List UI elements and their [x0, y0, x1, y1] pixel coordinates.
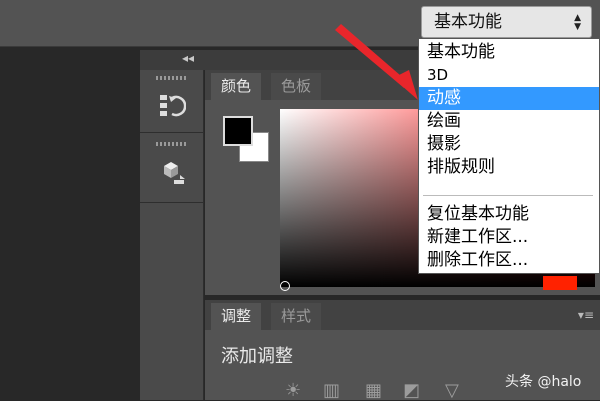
- grip-handle[interactable]: [156, 142, 186, 146]
- menu-item-reset-essentials[interactable]: 复位基本功能: [419, 203, 599, 226]
- panel-icon-column: [140, 70, 204, 400]
- grip-handle[interactable]: [156, 76, 186, 80]
- menu-item-photography[interactable]: 摄影: [419, 133, 599, 156]
- menu-item-delete-workspace[interactable]: 删除工作区...: [419, 249, 599, 272]
- updown-caret-icon: ▲ ▼: [574, 12, 581, 32]
- workspace-menu: 基本功能 3D 动感 绘画 摄影 排版规则 复位基本功能 新建工作区... 删除…: [418, 38, 600, 274]
- exposure-icon[interactable]: ◩: [403, 380, 420, 401]
- menu-item-typography[interactable]: 排版规则: [419, 156, 599, 179]
- document-area: [0, 47, 140, 400]
- divider: [140, 132, 203, 133]
- watermark: 头条 @halo: [505, 374, 582, 390]
- adjustments-panel-tabs: 调整 样式 ▾≡: [205, 300, 600, 330]
- tab-color[interactable]: 颜色: [211, 73, 262, 100]
- history-icon[interactable]: [158, 92, 187, 120]
- hue-color-indicator[interactable]: [543, 276, 577, 290]
- color-picker-marker[interactable]: [280, 281, 290, 291]
- adjustment-icons-row: ☀ ▥ ▦ ◩ ▽: [285, 380, 485, 401]
- double-chevron-left-icon[interactable]: ◂◂: [182, 51, 194, 65]
- menu-item-3d[interactable]: 3D: [419, 64, 599, 87]
- levels-icon[interactable]: ▥: [323, 380, 340, 401]
- vibrance-icon[interactable]: ▽: [445, 380, 459, 401]
- menu-item-motion[interactable]: 动感: [419, 87, 599, 110]
- 3d-cube-icon[interactable]: [158, 158, 186, 186]
- tab-swatches[interactable]: 色板: [271, 73, 322, 100]
- tab-styles[interactable]: 样式: [271, 303, 322, 330]
- foreground-color-swatch[interactable]: [223, 116, 253, 146]
- brightness-icon[interactable]: ☀: [285, 380, 301, 401]
- menu-item-essentials[interactable]: 基本功能: [419, 41, 599, 64]
- workspace-switcher[interactable]: 基本功能 ▲ ▼: [421, 6, 592, 38]
- add-adjustment-title: 添加调整: [221, 346, 293, 367]
- workspace-selected-label: 基本功能: [434, 12, 502, 32]
- menu-divider: [423, 195, 593, 196]
- panel-menu-icon[interactable]: ▾≡: [578, 308, 594, 322]
- tab-adjustments[interactable]: 调整: [211, 303, 262, 330]
- menu-item-painting[interactable]: 绘画: [419, 110, 599, 133]
- curves-icon[interactable]: ▦: [365, 380, 382, 401]
- divider: [140, 202, 203, 203]
- menu-item-new-workspace[interactable]: 新建工作区...: [419, 226, 599, 249]
